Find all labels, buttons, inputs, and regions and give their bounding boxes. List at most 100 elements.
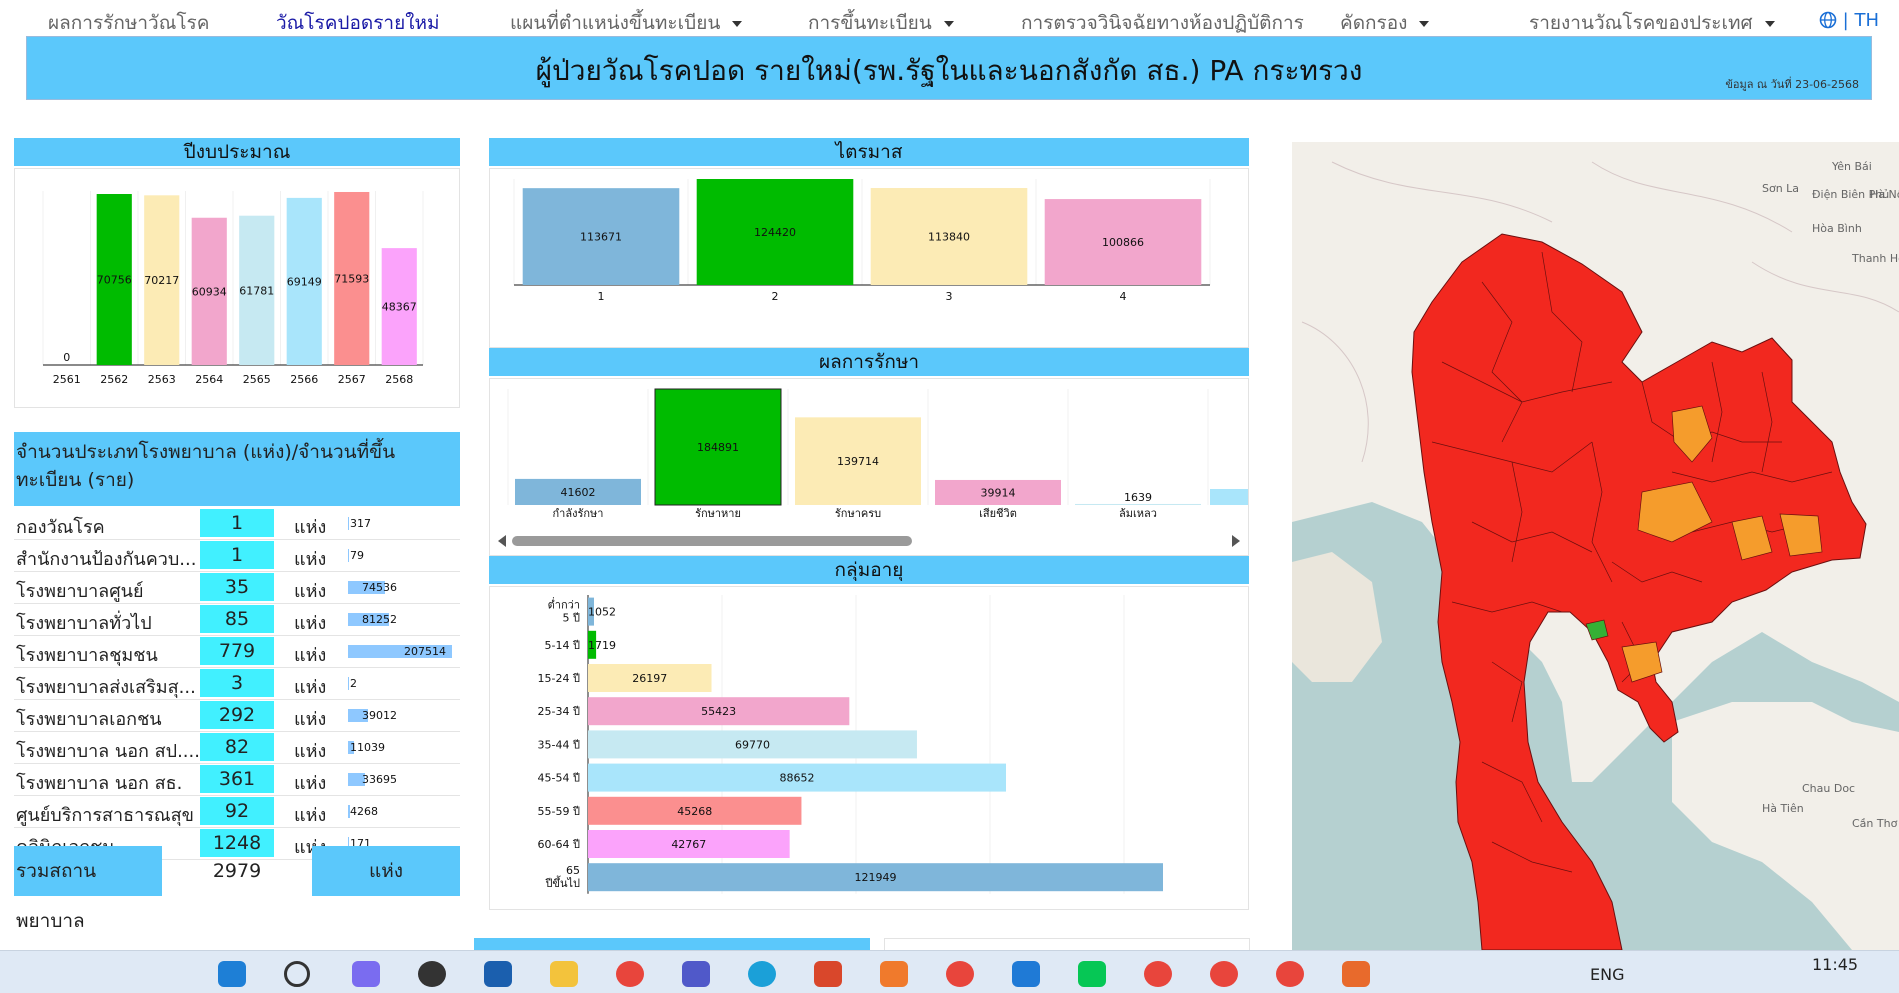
table-row[interactable]: โรงพยาบาลส่งเสริมสุ... 3 แห่ง 2	[14, 668, 460, 700]
nav-screening[interactable]: คัดกรอง	[1340, 8, 1430, 38]
hospital-type-name: โรงพยาบาล นอก สธ.	[16, 773, 183, 794]
registered-value: 2	[350, 677, 357, 690]
hospital-table-heading: จำนวนประเภทโรงพยาบาล (แห่ง)/จำนวนที่ขึ้น…	[14, 432, 460, 506]
bar-value-label: 70756	[97, 274, 132, 287]
province-map[interactable]: Yên Bái Điện Biên Phủ Sơn La Hòa Bình Th…	[1292, 142, 1899, 950]
xampp-icon[interactable]	[1342, 961, 1370, 987]
bar-value-label: 45268	[677, 805, 712, 818]
table-row[interactable]: ศูนย์บริการสาธารณสุข 92 แห่ง 4268	[14, 796, 460, 828]
registered-bar	[348, 677, 349, 690]
hospital-type-name: กองวัณโรค	[16, 517, 105, 538]
chevron-down-icon	[1419, 20, 1430, 27]
bar-value-label: 42767	[671, 838, 706, 851]
chart-scrollbar[interactable]	[512, 536, 912, 546]
total-unit: แห่ง	[312, 846, 460, 896]
treatment-heading: ผลการรักษา	[489, 348, 1249, 376]
registered-value: 39012	[362, 709, 397, 722]
scroll-left-icon[interactable]	[498, 535, 506, 547]
table-row[interactable]: โรงพยาบาล นอก สธ. 361 แห่ง 33695	[14, 764, 460, 796]
table-row[interactable]: โรงพยาบาลทั่วไป 85 แห่ง 81252	[14, 604, 460, 636]
map-canvas[interactable]: Yên Bái Điện Biên Phủ Sơn La Hòa Bình Th…	[1292, 142, 1899, 950]
age-group-chart: 1052 ต่ำกว่า5 ปี 1719 5-14 ปี 26197 15-24 ปี 5…	[538, 595, 1259, 894]
table-row[interactable]: โรงพยาบาลศูนย์ 35 แห่ง 74536	[14, 572, 460, 604]
teams-icon[interactable]	[682, 961, 710, 987]
hospital-table: กองวัณโรค 1 แห่ง 317 สำนักงานป้องกันควบ... 1 แ…	[14, 508, 460, 860]
hospital-count: 292	[200, 701, 274, 729]
map-label: Yên Bái	[1831, 160, 1872, 173]
map-label: Chau Doc	[1802, 782, 1855, 795]
table-row[interactable]: โรงพยาบาลชุมชน 779 แห่ง 207514	[14, 636, 460, 668]
registered-value: 33695	[362, 773, 397, 786]
nav-registration[interactable]: การขึ้นทะเบียน	[808, 8, 954, 38]
hospital-type-name: โรงพยาบาลส่งเสริมสุ...	[16, 677, 196, 698]
table-row[interactable]: โรงพยาบาลเอกชน 292 แห่ง 39012	[14, 700, 460, 732]
chrome-icon[interactable]	[1144, 961, 1172, 987]
category-label: ต่ำกว่า	[548, 597, 580, 612]
registered-cell: 2	[348, 668, 458, 698]
chrome-icon[interactable]	[946, 961, 974, 987]
category-label: 1	[598, 290, 605, 303]
table-row[interactable]: สำนักงานป้องกันควบ... 1 แห่ง 79	[14, 540, 460, 572]
registered-bar	[348, 549, 349, 562]
category-label: 2567	[338, 373, 366, 386]
nav-treatment-results[interactable]: ผลการรักษาวัณโรค	[48, 8, 209, 38]
globe-icon	[1819, 11, 1837, 29]
search-icon[interactable]	[284, 961, 310, 987]
line-icon[interactable]	[1078, 961, 1106, 987]
category-label: 3	[946, 290, 953, 303]
copilot-icon[interactable]	[352, 961, 380, 987]
registered-cell: 74536	[348, 572, 458, 602]
chevron-down-icon	[1764, 20, 1775, 27]
registered-value: 79	[350, 549, 364, 562]
hospital-count: 35	[200, 573, 274, 601]
vscode-icon[interactable]	[1012, 961, 1040, 987]
total-label: รวมสถานพยาบาล	[14, 846, 162, 932]
snipping-icon[interactable]	[814, 961, 842, 987]
quarter-chart: 113671 1 124420 2 113840 3 100866 4	[513, 179, 1211, 303]
registered-value: 74536	[362, 581, 397, 594]
nav-national-report[interactable]: รายงานวัณโรคของประเทศ	[1529, 8, 1775, 38]
registered-cell: 39012	[348, 700, 458, 730]
bar-value-label: 69770	[735, 738, 770, 751]
unit-label: แห่ง	[294, 613, 327, 634]
store-icon[interactable]	[484, 961, 512, 987]
category-label: 35-44 ปี	[538, 738, 580, 751]
chrome-icon[interactable]	[1276, 961, 1304, 987]
bar-value-label: 48367	[382, 301, 417, 314]
bar-value-label: 121949	[855, 871, 897, 884]
input-language[interactable]: ENG	[1590, 965, 1624, 984]
folder-icon[interactable]	[550, 961, 578, 987]
data-date: ข้อมูล ณ วันที่ 23-06-2568	[1725, 78, 1859, 91]
nav-registration-map[interactable]: แผนที่ตำแหน่งขึ้นทะเบียน	[510, 8, 743, 38]
app-icon[interactable]	[880, 961, 908, 987]
bar-value-label: 1719	[588, 639, 616, 652]
bar-value-label: 1052	[588, 606, 616, 619]
category-label: 2563	[148, 373, 176, 386]
category-label: 65	[566, 864, 580, 877]
category-label: 2568	[385, 373, 413, 386]
chevron-down-icon	[943, 20, 954, 27]
chrome-icon[interactable]	[1210, 961, 1238, 987]
registered-value: 11039	[350, 741, 385, 754]
bar-value-label: 61781	[239, 284, 274, 297]
bar-value-label: 60934	[192, 285, 227, 298]
table-row[interactable]: โรงพยาบาล นอก สป.... 82 แห่ง 11039	[14, 732, 460, 764]
scroll-right-icon[interactable]	[1232, 535, 1240, 547]
category-label: 4	[1120, 290, 1127, 303]
start-icon[interactable]	[218, 961, 246, 987]
edge-icon[interactable]	[748, 961, 776, 987]
language-switch[interactable]: | TH	[1819, 10, 1879, 31]
page-header: ผู้ป่วยวัณโรคปอด รายใหม่(รพ.รัฐในและนอกส…	[26, 36, 1872, 100]
chrome-icon[interactable]	[616, 961, 644, 987]
obs-icon[interactable]	[418, 961, 446, 987]
registered-bar	[348, 517, 349, 530]
bar[interactable]	[1075, 503, 1201, 505]
registered-value: 81252	[362, 613, 397, 626]
clock[interactable]: 11:45	[1812, 955, 1858, 974]
bar-value-label: 184891	[697, 441, 739, 454]
hospital-type-name: ศูนย์บริการสาธารณสุข	[16, 805, 194, 826]
registered-cell: 207514	[348, 636, 458, 666]
table-row[interactable]: กองวัณโรค 1 แห่ง 317	[14, 508, 460, 540]
fiscal-year-heading: ปีงบประมาณ	[14, 138, 460, 166]
nav-lab-diagnosis[interactable]: การตรวจวินิจฉัยทางห้องปฏิบัติการ	[1021, 8, 1304, 38]
